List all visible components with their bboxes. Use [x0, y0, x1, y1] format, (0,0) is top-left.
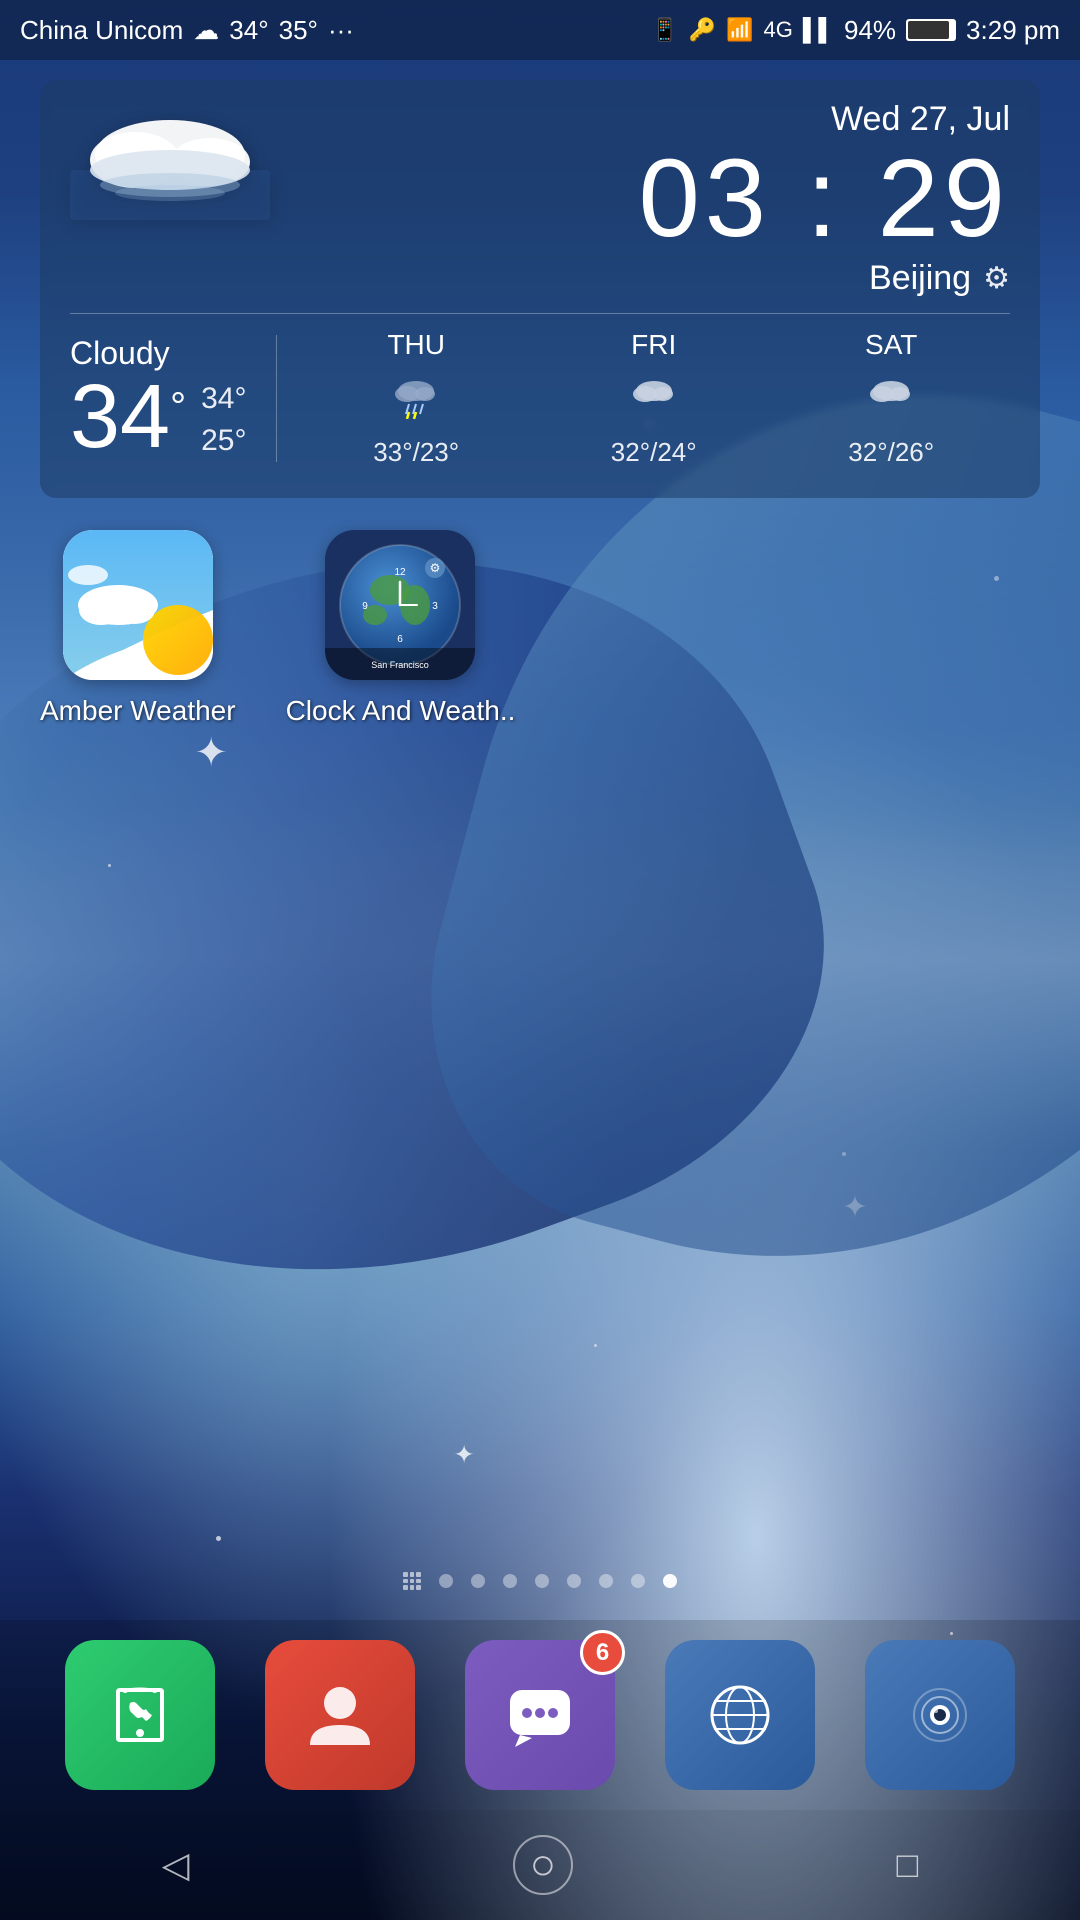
current-weather: Cloudy 34 ° 34° 25°	[70, 335, 277, 462]
time: 3:29 pm	[966, 15, 1060, 46]
key-icon: 🔑	[689, 17, 716, 43]
page-indicators	[0, 1572, 1080, 1590]
contacts-dock-icon[interactable]	[265, 1640, 415, 1790]
page-grid-indicator	[403, 1572, 421, 1590]
current-temp: 34°	[229, 15, 268, 46]
home-button[interactable]: ○	[513, 1835, 573, 1895]
date-time: Wed 27, Jul 03 : 29 Beijing ⚙	[639, 100, 1010, 298]
svg-text:⚙: ⚙	[430, 561, 441, 575]
weather-widget: Wed 27, Jul 03 : 29 Beijing ⚙ Cloudy 34 …	[40, 80, 1040, 498]
svg-text:9: 9	[363, 601, 369, 612]
recent-button[interactable]: □	[896, 1844, 918, 1886]
temp-row: 34 ° 34° 25°	[70, 372, 246, 462]
degree-symbol: °	[170, 387, 186, 427]
weather-icon: ☁	[193, 15, 219, 46]
messages-dock-icon[interactable]: 6	[465, 1640, 615, 1790]
browser-dock-icon[interactable]	[665, 1640, 815, 1790]
page-dot-7[interactable]	[631, 1574, 645, 1588]
camera-dock-icon[interactable]	[865, 1640, 1015, 1790]
settings-gear-icon[interactable]: ⚙	[983, 261, 1010, 296]
amber-weather-icon[interactable]	[63, 530, 213, 680]
city-row: Beijing ⚙	[639, 259, 1010, 298]
phone-icon: 📱	[651, 17, 678, 43]
page-dot-1[interactable]	[439, 1574, 453, 1588]
wifi-icon: 📶	[726, 17, 753, 43]
page-dot-4[interactable]	[535, 1574, 549, 1588]
carrier-name: China Unicom	[20, 15, 183, 46]
svg-text:3: 3	[433, 601, 439, 612]
status-left: China Unicom ☁ 34° 35° ···	[20, 15, 354, 46]
low-temp-label: 25°	[201, 420, 246, 462]
clock-weather-icon[interactable]: 12 6 9 3 ⚙ San Francisco	[325, 530, 475, 680]
high-temp: 35°	[279, 15, 318, 46]
city-name: Beijing	[869, 259, 971, 298]
sat-temps: 32°/26°	[848, 437, 934, 468]
current-temp-big: 34 °	[70, 372, 186, 462]
svg-text:San Francisco: San Francisco	[372, 660, 430, 670]
sat-weather-icon	[866, 369, 916, 429]
messages-badge: 6	[580, 1630, 625, 1675]
sat-label: SAT	[865, 329, 917, 361]
thu-label: THU	[387, 329, 445, 361]
page-dot-6[interactable]	[599, 1574, 613, 1588]
forecast-fri: FRI 32°/24°	[611, 329, 697, 468]
clock-weather-label: Clock And Weath..	[286, 695, 516, 727]
weather-bottom: Cloudy 34 ° 34° 25° THU	[70, 329, 1010, 468]
status-bar: China Unicom ☁ 34° 35° ··· 📱 🔑 📶 4G ▌▌ 9…	[0, 0, 1080, 60]
page-dot-3[interactable]	[503, 1574, 517, 1588]
page-dot-5[interactable]	[567, 1574, 581, 1588]
high-temp-label: 34°	[201, 378, 246, 420]
date-display: Wed 27, Jul	[639, 100, 1010, 139]
svg-text:6: 6	[398, 634, 404, 645]
phone-dock-icon[interactable]	[65, 1640, 215, 1790]
svg-text:12: 12	[395, 567, 407, 578]
amber-weather-app[interactable]: Amber Weather	[40, 530, 236, 727]
cloud-illustration	[70, 100, 270, 220]
more-dots: ···	[328, 15, 354, 46]
back-button[interactable]: ◁	[162, 1844, 190, 1886]
time-display: 03 : 29	[639, 144, 1010, 254]
widget-top: Wed 27, Jul 03 : 29 Beijing ⚙	[70, 100, 1010, 298]
fri-label: FRI	[631, 329, 676, 361]
signal-4g: 4G	[763, 17, 792, 43]
fri-temps: 32°/24°	[611, 437, 697, 468]
thu-weather-icon	[391, 369, 441, 429]
forecast-thu: THU 33°/23°	[373, 329, 459, 468]
app-icons-row: Amber Weather	[40, 530, 515, 727]
page-dot-2[interactable]	[471, 1574, 485, 1588]
page-dot-8-active[interactable]	[663, 1574, 677, 1588]
signal-bars: ▌▌	[803, 17, 834, 43]
thu-temps: 33°/23°	[373, 437, 459, 468]
bottom-dock: 6	[0, 1620, 1080, 1810]
forecast-sat: SAT 32°/26°	[848, 329, 934, 468]
forecast: THU 33°/23° FRI	[277, 329, 1010, 468]
battery-percent: 94%	[844, 15, 896, 46]
nav-bar: ◁ ○ □	[0, 1810, 1080, 1920]
temp-range: 34° 25°	[201, 378, 246, 462]
status-right: 📱 🔑 📶 4G ▌▌ 94% 3:29 pm	[651, 15, 1060, 46]
clock-weather-app[interactable]: 12 6 9 3 ⚙ San Francisco Clock And Weath…	[286, 530, 516, 727]
fri-weather-icon	[629, 369, 679, 429]
battery-icon	[906, 19, 956, 41]
widget-divider	[70, 313, 1010, 314]
amber-weather-label: Amber Weather	[40, 695, 236, 727]
